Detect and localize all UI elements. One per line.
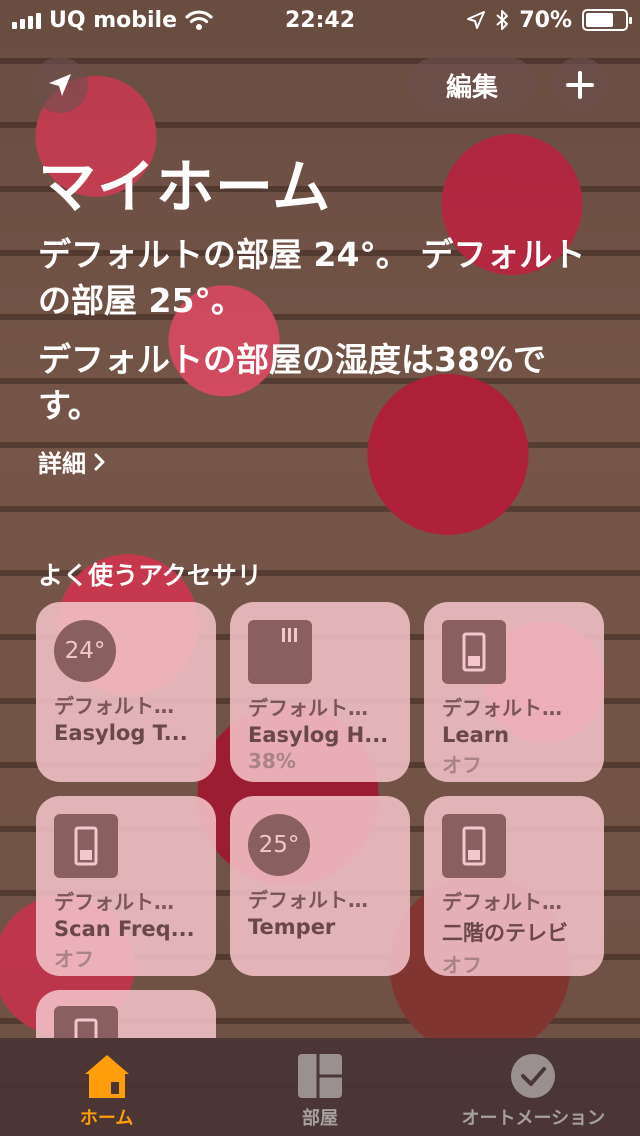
- bluetooth-icon: [496, 10, 509, 30]
- tile-status: オフ: [442, 953, 482, 977]
- battery-percent: 70%: [519, 7, 572, 33]
- tile-room: デフォルト…: [248, 696, 368, 720]
- tile-status: オフ: [54, 947, 94, 971]
- add-button[interactable]: [552, 57, 608, 113]
- tile-room: デフォルト…: [248, 888, 368, 912]
- home-summary: デフォルトの部屋 24°。 デフォルトの部屋 25°。 デフォルトの部屋の湿度は…: [38, 232, 598, 428]
- battery-fill: [586, 13, 613, 27]
- accessory-tile[interactable]: デフォルト… Learn オフ: [424, 602, 604, 782]
- status-bar: UQ mobile 22:42 70%: [0, 0, 640, 40]
- accessory-tile[interactable]: 24° デフォルト… Easylog T...: [36, 602, 216, 782]
- details-link[interactable]: 詳細: [38, 444, 106, 479]
- signal-strength-icon: [12, 11, 41, 29]
- tile-name: Easylog T...: [54, 721, 188, 745]
- humidity-summary: デフォルトの部屋の湿度は38%です。: [38, 340, 546, 425]
- wifi-icon: [185, 10, 213, 30]
- tile-room: デフォルト…: [442, 890, 562, 914]
- edit-button[interactable]: 編集: [408, 57, 536, 113]
- rooms-icon: [297, 1054, 342, 1098]
- tile-room: デフォルト…: [442, 696, 562, 720]
- tab-rooms[interactable]: 部屋: [213, 1038, 426, 1136]
- home-title: マイホーム: [38, 153, 332, 221]
- thermometer-icon: 24°: [54, 620, 116, 682]
- accessory-tile[interactable]: デフォルト… Scan Freq... オフ: [36, 796, 216, 976]
- battery-icon: [582, 9, 632, 31]
- tab-automation[interactable]: オートメーション: [427, 1038, 640, 1136]
- switch-icon: [54, 1006, 118, 1042]
- tile-room: デフォルト…: [54, 890, 174, 914]
- location-arrow-icon: [49, 74, 71, 96]
- tab-label: ホーム: [79, 1108, 134, 1129]
- thermometer-icon: 25°: [248, 814, 310, 876]
- switch-icon: [442, 814, 506, 878]
- switch-icon: [442, 620, 506, 684]
- temperature-summary: デフォルトの部屋 24°。 デフォルトの部屋 25°。: [38, 235, 586, 320]
- tab-label: 部屋: [301, 1108, 338, 1129]
- tile-status: 38%: [248, 749, 296, 773]
- tile-name: Scan Freq...: [54, 917, 195, 941]
- tile-room: デフォルト…: [54, 694, 174, 718]
- accessory-tile[interactable]: 25° デフォルト… Temper: [230, 796, 410, 976]
- location-button[interactable]: [32, 57, 88, 113]
- home-icon: [84, 1055, 129, 1098]
- tab-label: オートメーション: [461, 1108, 606, 1129]
- tab-bar: ホーム 部屋 オートメーション: [0, 1038, 640, 1136]
- tile-name: 二階のテレビ: [442, 921, 568, 945]
- accessory-tile[interactable]: デフォルト… Easylog H... 38%: [230, 602, 410, 782]
- tile-status: オフ: [442, 753, 482, 777]
- favorites-section-label: よく使うアクセサリ: [38, 561, 262, 590]
- plus-icon: [566, 71, 594, 99]
- tile-name: Learn: [442, 723, 510, 747]
- tab-home[interactable]: ホーム: [0, 1038, 213, 1136]
- details-label: 詳細: [38, 450, 86, 478]
- accessory-tile[interactable]: デフォルト… 二階のテレビ オフ: [424, 796, 604, 977]
- chevron-right-icon: [94, 453, 105, 470]
- carrier-name: UQ mobile: [49, 7, 178, 33]
- humidity-sensor-icon: [248, 620, 312, 684]
- location-arrow-icon: [467, 11, 486, 29]
- switch-icon: [54, 814, 118, 878]
- tile-name: Temper: [248, 915, 336, 939]
- accessory-tile[interactable]: [36, 990, 216, 1042]
- tile-name: Easylog H...: [248, 723, 389, 747]
- automation-icon: [511, 1054, 556, 1098]
